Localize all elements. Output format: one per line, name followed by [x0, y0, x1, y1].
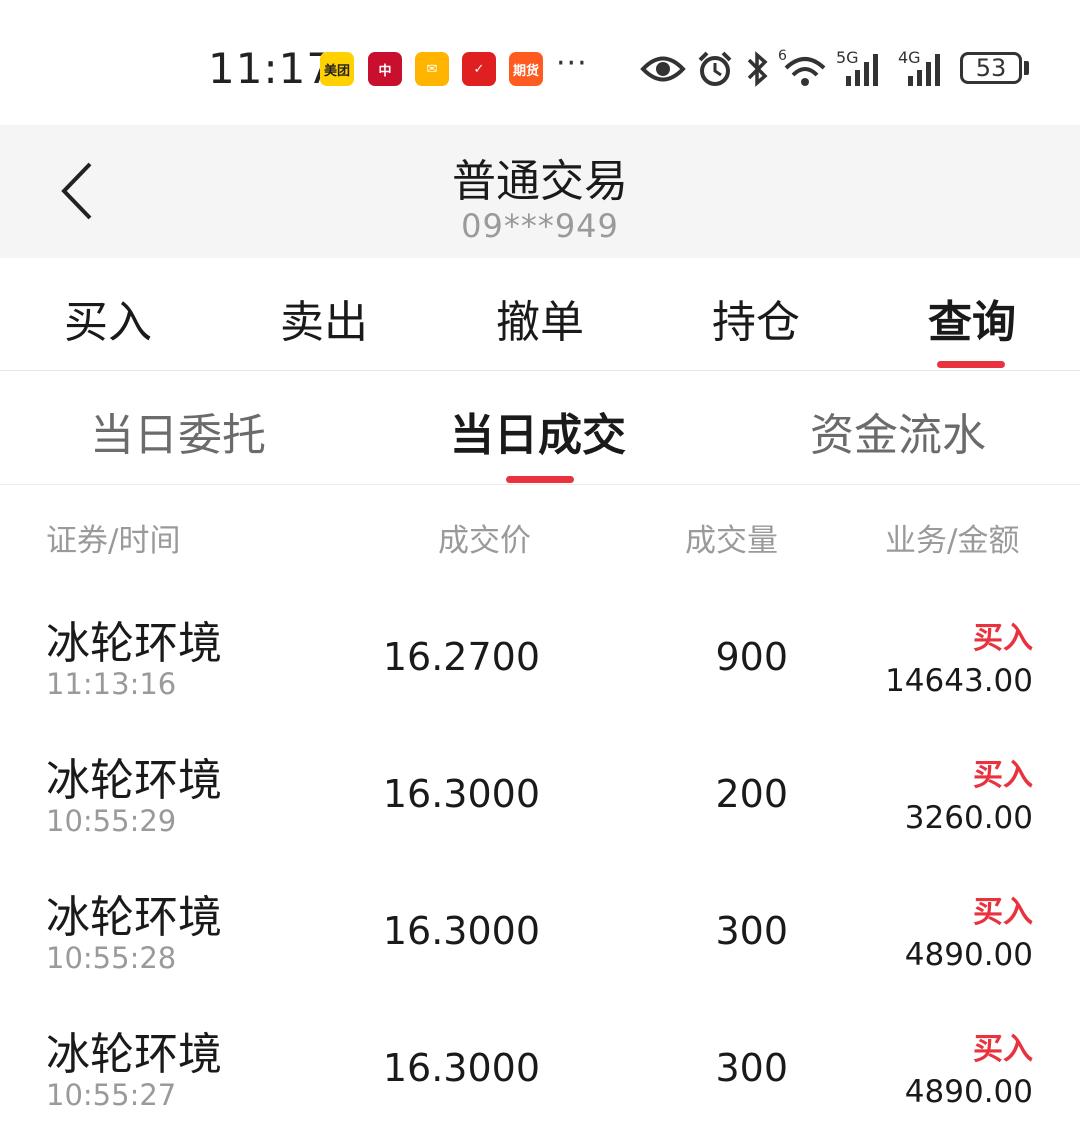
tab-positions[interactable]: 持仓	[712, 286, 800, 350]
active-tab-indicator	[937, 361, 1005, 368]
battery-icon: 53	[960, 52, 1022, 84]
page-title: 普通交易	[452, 156, 628, 207]
wifi-icon: 6	[778, 48, 826, 86]
column-header-quantity: 成交量	[685, 523, 778, 559]
meituan-icon: 美团	[320, 52, 354, 86]
trade-amount: 14643.00	[885, 663, 1033, 699]
trade-price: 16.3000	[382, 1046, 540, 1090]
trade-time: 10:55:27	[46, 1078, 177, 1112]
status-time: 11:17	[208, 44, 335, 93]
table-row[interactable]: 冰轮环境 11:13:16 16.2700 900 买入 14643.00	[0, 585, 1080, 722]
main-tab-bar: 买入 卖出 撤单 持仓 查询	[0, 258, 1080, 371]
trade-amount: 4890.00	[904, 1074, 1033, 1110]
trade-price: 16.3000	[382, 909, 540, 953]
bluetooth-icon	[747, 51, 768, 87]
tab-cancel-order[interactable]: 撤单	[496, 286, 584, 350]
tab-sell[interactable]: 卖出	[280, 286, 368, 350]
table-row[interactable]: 冰轮环境 10:55:27 16.3000 300 买入 4890.00	[0, 996, 1080, 1133]
column-header-business-amount: 业务/金额	[885, 523, 1020, 559]
trade-amount: 3260.00	[904, 800, 1033, 836]
security-name: 冰轮环境	[46, 1029, 222, 1080]
tab-buy[interactable]: 买入	[64, 286, 152, 350]
broker-app-icon: ✓	[462, 52, 496, 86]
subtab-today-orders[interactable]: 当日委托	[90, 399, 266, 463]
table-row[interactable]: 冰轮环境 10:55:29 16.3000 200 买入 3260.00	[0, 722, 1080, 859]
mail-icon: ✉	[415, 52, 449, 86]
subtab-today-trades[interactable]: 当日成交	[450, 399, 626, 463]
svg-text:4G: 4G	[898, 48, 921, 67]
business-type: 买入	[973, 758, 1033, 793]
page-header: 普通交易 09***949	[0, 125, 1080, 258]
column-header-price: 成交价	[438, 523, 531, 559]
signal-4g-icon: 4G	[898, 48, 940, 86]
trade-amount: 4890.00	[904, 937, 1033, 973]
trade-time: 10:55:28	[46, 941, 177, 975]
battery-tip	[1024, 61, 1029, 75]
alarm-icon	[698, 51, 732, 86]
status-bar: 11:17 美团 中 ✉ ✓ 期货 ··· 6 5G 4G 53	[0, 0, 1080, 125]
sub-tab-bar: 当日委托 当日成交 资金流水	[0, 371, 1080, 485]
trade-quantity: 300	[715, 909, 788, 953]
security-name: 冰轮环境	[46, 755, 222, 806]
signal-5g-icon: 5G	[836, 48, 878, 86]
trade-price: 16.2700	[382, 635, 540, 679]
column-header-security-time: 证券/时间	[46, 523, 181, 559]
table-row[interactable]: 冰轮环境 10:55:28 16.3000 300 买入 4890.00	[0, 859, 1080, 996]
trade-time: 10:55:29	[46, 804, 177, 838]
svg-text:5G: 5G	[836, 48, 859, 67]
tab-query[interactable]: 查询	[928, 286, 1016, 350]
business-type: 买入	[973, 621, 1033, 656]
active-subtab-indicator	[506, 476, 574, 483]
eye-icon	[640, 56, 686, 82]
bank-of-china-icon: 中	[368, 52, 402, 86]
trade-quantity: 300	[715, 1046, 788, 1090]
svg-text:6: 6	[778, 48, 787, 64]
account-number: 09***949	[461, 207, 619, 245]
business-type: 买入	[973, 895, 1033, 930]
trade-time: 11:13:16	[46, 667, 177, 701]
trade-price: 16.3000	[382, 772, 540, 816]
subtab-fund-flow[interactable]: 资金流水	[810, 399, 986, 463]
business-type: 买入	[973, 1032, 1033, 1067]
futures-app-icon: 期货	[509, 52, 543, 86]
security-name: 冰轮环境	[46, 892, 222, 943]
trade-quantity: 200	[715, 772, 788, 816]
trade-quantity: 900	[715, 635, 788, 679]
more-notifications-icon: ···	[556, 46, 588, 81]
security-name: 冰轮环境	[46, 618, 222, 669]
